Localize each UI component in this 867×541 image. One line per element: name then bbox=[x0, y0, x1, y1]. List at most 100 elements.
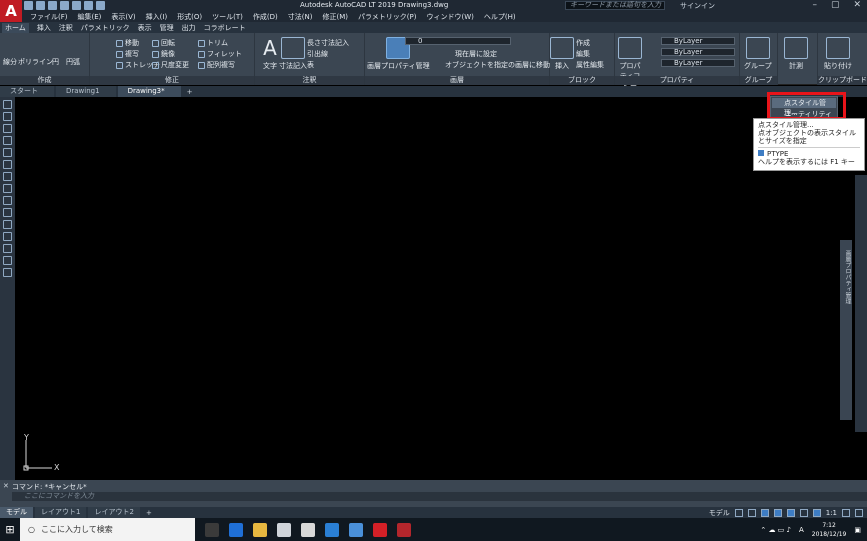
taskbar-search[interactable]: ○ ここに入力して検索 bbox=[20, 518, 195, 541]
scale-button[interactable]: 尺度変更 bbox=[152, 60, 189, 70]
doc-tab-drawing3[interactable]: Drawing3* bbox=[117, 86, 181, 97]
circle-button[interactable]: 円 bbox=[52, 57, 59, 67]
insert-button[interactable]: 挿入 bbox=[550, 37, 574, 71]
block-edit-button[interactable]: 編集 bbox=[576, 49, 590, 59]
set-current-button[interactable]: 現在層に設定 bbox=[455, 49, 497, 59]
menu-window[interactable]: ウィンドウ(W) bbox=[426, 12, 473, 22]
open-icon[interactable] bbox=[36, 1, 45, 10]
polyline-button[interactable]: ポリライン bbox=[18, 57, 53, 67]
attribute-edit-button[interactable]: 属性編集 bbox=[576, 60, 604, 70]
tray-icons[interactable]: ⌃ ☁ ▭ ♪ bbox=[760, 526, 791, 534]
add-layout-icon[interactable]: + bbox=[142, 509, 156, 517]
copy-button[interactable]: 複写 bbox=[116, 49, 139, 59]
plot-icon[interactable] bbox=[72, 1, 81, 10]
workspace-gear-icon[interactable] bbox=[842, 508, 850, 517]
group-button[interactable]: グループ bbox=[744, 37, 772, 71]
point-tool-icon[interactable] bbox=[3, 232, 12, 241]
panel-annotation-label[interactable]: 注釈 bbox=[255, 76, 364, 85]
polar-icon[interactable] bbox=[773, 508, 782, 517]
leader-button[interactable]: 引出線 bbox=[307, 49, 328, 59]
move-to-layer-button[interactable]: オブジェクトを指定の画層に移動 bbox=[445, 60, 550, 70]
menu-format[interactable]: 形式(O) bbox=[177, 12, 202, 22]
ime-indicator[interactable]: A bbox=[799, 526, 804, 534]
help-search-input[interactable]: キーワードまたは語句を入力 bbox=[565, 1, 665, 10]
hatch-tool-icon[interactable] bbox=[3, 244, 12, 253]
command-input[interactable]: ここにコマンドを入力 bbox=[12, 492, 867, 501]
menu-parametric[interactable]: パラメトリック(P) bbox=[358, 12, 416, 22]
panel-clipboard-label[interactable]: クリップボード bbox=[818, 76, 867, 85]
tab-view[interactable]: 表示 bbox=[138, 23, 152, 33]
ellipse-tool-icon[interactable] bbox=[3, 208, 12, 217]
maximize-icon[interactable]: ▢ bbox=[831, 0, 840, 10]
insert-block-icon[interactable] bbox=[3, 220, 12, 229]
panel-block-label[interactable]: ブロック bbox=[550, 76, 614, 85]
construction-line-icon[interactable] bbox=[3, 112, 12, 121]
annotation-visibility-icon[interactable] bbox=[812, 508, 821, 517]
task-view-icon[interactable] bbox=[205, 522, 219, 537]
panel-draw-label[interactable]: 作成 bbox=[0, 76, 89, 85]
save-icon[interactable] bbox=[48, 1, 57, 10]
tab-annotate[interactable]: 注釈 bbox=[59, 23, 73, 33]
annotation-scale[interactable]: 1:1 bbox=[826, 509, 837, 517]
arc-tool-icon[interactable] bbox=[3, 160, 12, 169]
line-button[interactable]: 線分 bbox=[3, 57, 17, 67]
dimension-button[interactable]: 寸法記入 bbox=[279, 37, 307, 71]
move-button[interactable]: 移動 bbox=[116, 38, 139, 48]
clock[interactable]: 7:12 2018/12/19 bbox=[812, 521, 847, 539]
menu-edit[interactable]: 編集(E) bbox=[78, 12, 102, 22]
linear-dim-button[interactable]: 長さ寸法記入 bbox=[307, 38, 349, 48]
new-tab-icon[interactable]: + bbox=[183, 88, 197, 96]
menu-file[interactable]: ファイル(F) bbox=[30, 12, 68, 22]
close-cmd-icon[interactable]: ✕ bbox=[3, 482, 9, 490]
minimize-icon[interactable]: – bbox=[812, 0, 817, 10]
model-space-toggle[interactable]: モデル bbox=[709, 508, 730, 518]
lineweight-dropdown[interactable]: ByLayer bbox=[661, 59, 735, 67]
polygon-tool-icon[interactable] bbox=[3, 136, 12, 145]
menu-draw[interactable]: 作成(D) bbox=[253, 12, 278, 22]
ortho-icon[interactable] bbox=[760, 508, 769, 517]
tab-output[interactable]: 出力 bbox=[182, 23, 196, 33]
table-button[interactable]: 表 bbox=[307, 60, 314, 70]
notification-icon[interactable]: ▣ bbox=[854, 526, 861, 534]
fillet-button[interactable]: フィレット bbox=[198, 49, 242, 59]
signin-button[interactable]: サインイン bbox=[680, 1, 715, 11]
app-icon[interactable] bbox=[325, 522, 339, 537]
saveas-icon[interactable] bbox=[60, 1, 69, 10]
media-icon[interactable] bbox=[349, 522, 363, 537]
polyline-tool-icon[interactable] bbox=[3, 124, 12, 133]
mirror-button[interactable]: 鏡像 bbox=[152, 49, 175, 59]
file-explorer-icon[interactable] bbox=[253, 522, 267, 537]
layout-tab-layout1[interactable]: レイアウト1 bbox=[35, 507, 87, 518]
menu-dimension[interactable]: 寸法(N) bbox=[288, 12, 313, 22]
spline-tool-icon[interactable] bbox=[3, 196, 12, 205]
drawing-canvas[interactable] bbox=[15, 97, 867, 480]
tab-home[interactable]: ホーム bbox=[2, 22, 29, 33]
circle-tool-icon[interactable] bbox=[3, 172, 12, 181]
autocad-logo-icon[interactable]: A bbox=[0, 0, 22, 22]
mail-icon[interactable] bbox=[277, 522, 291, 537]
undo-icon[interactable] bbox=[84, 1, 93, 10]
layout-tab-layout2[interactable]: レイアウト2 bbox=[88, 507, 140, 518]
trim-button[interactable]: トリム bbox=[198, 38, 228, 48]
color-dropdown[interactable]: ByLayer bbox=[661, 37, 735, 45]
table-tool-icon[interactable] bbox=[3, 256, 12, 265]
paste-button[interactable]: 貼り付け bbox=[824, 37, 852, 71]
panel-groups-label[interactable]: グループ bbox=[740, 76, 777, 85]
layer-dropdown[interactable]: 0 bbox=[405, 37, 511, 45]
new-icon[interactable] bbox=[24, 1, 33, 10]
revcloud-tool-icon[interactable] bbox=[3, 184, 12, 193]
tab-insert[interactable]: 挿入 bbox=[37, 23, 51, 33]
grid-icon[interactable] bbox=[734, 508, 743, 517]
menu-tools[interactable]: ツール(T) bbox=[212, 12, 243, 22]
tab-parametric[interactable]: パラメトリック bbox=[81, 23, 130, 33]
menu-view[interactable]: 表示(V) bbox=[111, 12, 135, 22]
arc-button[interactable]: 円弧 bbox=[66, 57, 80, 67]
menu-modify[interactable]: 修正(M) bbox=[322, 12, 348, 22]
lineweight-icon[interactable] bbox=[799, 508, 808, 517]
tab-manage[interactable]: 管理 bbox=[160, 23, 174, 33]
redo-icon[interactable] bbox=[96, 1, 105, 10]
panel-modify-label[interactable]: 修正 bbox=[90, 76, 254, 85]
rotate-button[interactable]: 回転 bbox=[152, 38, 175, 48]
osnap-icon[interactable] bbox=[786, 508, 795, 517]
layout-tab-model[interactable]: モデル bbox=[0, 507, 33, 518]
